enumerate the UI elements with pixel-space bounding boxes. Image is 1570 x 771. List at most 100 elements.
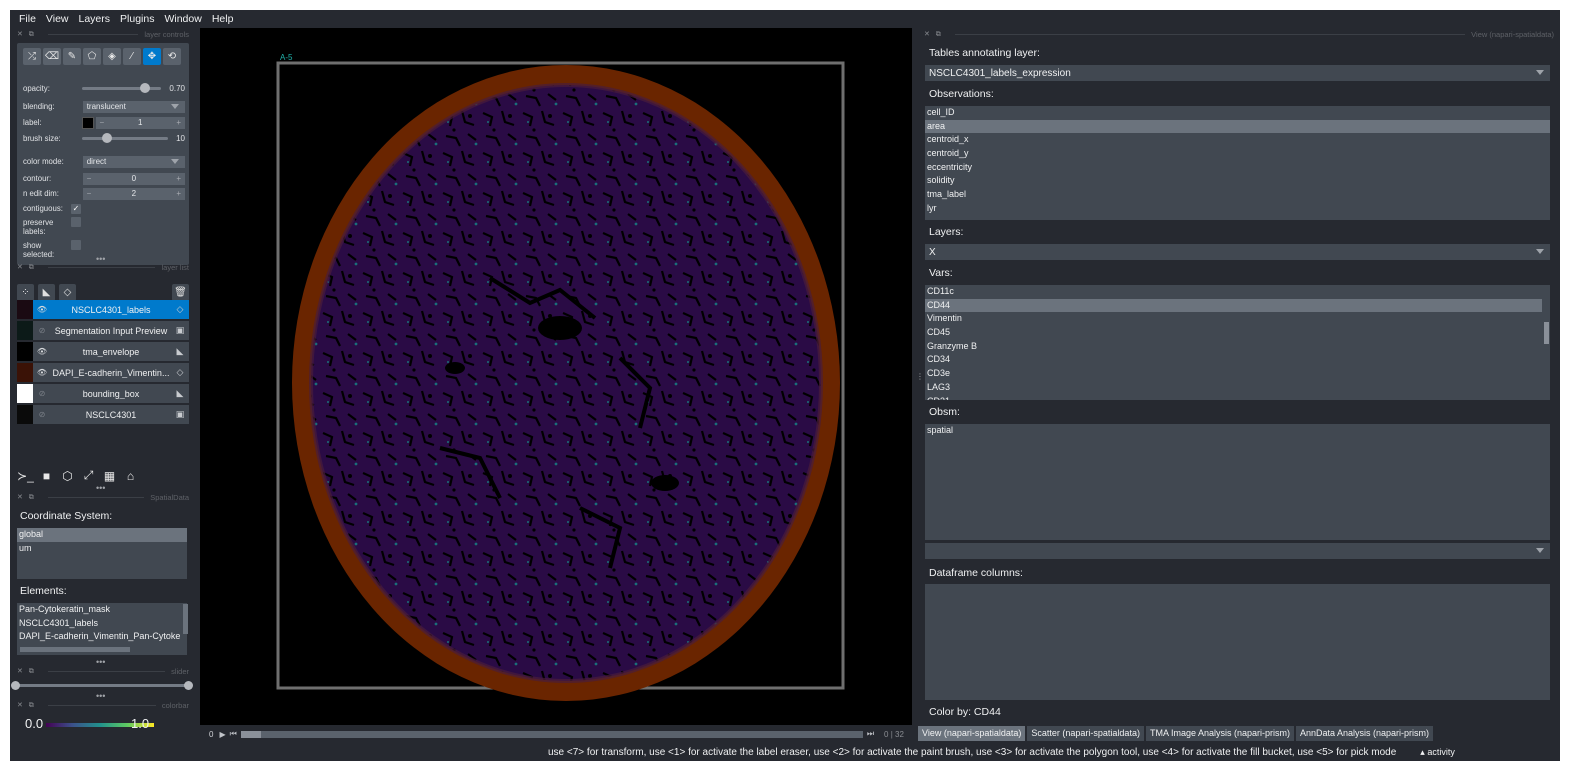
obsm-list[interactable]: spatial bbox=[925, 424, 1550, 540]
menu-help[interactable]: Help bbox=[207, 13, 239, 25]
roll-dims-icon[interactable]: ⬡ bbox=[59, 467, 76, 484]
console-icon[interactable]: ≻_ bbox=[17, 467, 34, 484]
element-item[interactable]: NSCLC4301_labels bbox=[17, 617, 187, 631]
observation-item[interactable]: eccentricity bbox=[925, 161, 1550, 175]
elements-hscrollbar[interactable] bbox=[20, 647, 130, 652]
observation-item[interactable]: cell_ID bbox=[925, 106, 1550, 120]
contiguous-checkbox[interactable]: ✓ bbox=[71, 203, 81, 214]
new-labels-icon[interactable]: ◇ bbox=[59, 284, 76, 301]
dock-float-close-icon[interactable]: ✕ ⧉ bbox=[17, 667, 36, 676]
activity-button[interactable]: ▴ activity bbox=[1420, 747, 1455, 758]
layer-row[interactable]: 👁 tma_envelope ◣ bbox=[17, 342, 189, 361]
brush-size-slider-knob[interactable] bbox=[102, 133, 113, 143]
eye-icon[interactable]: 👁 bbox=[33, 347, 51, 356]
eye-icon[interactable]: 👁 bbox=[33, 305, 51, 314]
contour-spinbox[interactable]: − 0 + bbox=[82, 172, 185, 185]
range-slider-min-handle[interactable] bbox=[11, 681, 20, 690]
preserve-labels-checkbox[interactable] bbox=[71, 217, 81, 227]
transform-icon[interactable]: ⟲ bbox=[163, 48, 181, 65]
observation-item[interactable]: centroid_x bbox=[925, 133, 1550, 147]
range-slider-track[interactable] bbox=[15, 684, 190, 687]
fill-bucket-icon[interactable]: ◈ bbox=[103, 48, 121, 65]
obsm-item[interactable]: spatial bbox=[925, 424, 1550, 438]
pan-zoom-icon[interactable]: ✥ bbox=[143, 48, 161, 65]
opacity-slider[interactable] bbox=[81, 83, 162, 93]
step-forward-icon[interactable]: ⏭ bbox=[867, 729, 874, 739]
layer-name[interactable]: DAPI_E-cadherin_Vimentin... bbox=[51, 368, 171, 378]
layer-row[interactable]: 👁 NSCLC4301_labels ◇ bbox=[17, 300, 189, 319]
layer-name[interactable]: NSCLC4301 bbox=[51, 410, 171, 420]
paint-brush-icon[interactable]: ✎ bbox=[63, 48, 81, 65]
element-item[interactable]: DAPI_E-cadherin_Vimentin_Pan-Cytoke bbox=[17, 630, 187, 644]
eye-off-icon[interactable]: ⊘ bbox=[33, 410, 51, 419]
n-edit-dim-spinbox[interactable]: − 2 + bbox=[82, 187, 185, 200]
dock-float-close-icon[interactable]: ✕ ⧉ bbox=[17, 493, 36, 502]
grid-icon[interactable]: ▦ bbox=[101, 467, 118, 484]
table-select[interactable]: NSCLC4301_labels_expression bbox=[925, 65, 1550, 81]
eraser-icon[interactable]: ⌫ bbox=[43, 48, 61, 65]
observation-item[interactable]: tma_label bbox=[925, 188, 1550, 202]
dock-tab[interactable]: View (napari-spatialdata) bbox=[918, 726, 1026, 741]
dock-splitter-icon[interactable]: ⋮ bbox=[916, 373, 924, 389]
layers-select[interactable]: X bbox=[925, 244, 1550, 260]
label-spinbox[interactable]: − 1 + bbox=[95, 116, 185, 129]
eye-off-icon[interactable]: ⊘ bbox=[33, 326, 51, 335]
viewer-canvas[interactable]: A-5 bbox=[200, 28, 912, 725]
var-item[interactable]: Vimentin bbox=[925, 312, 1550, 326]
eye-icon[interactable]: 👁 bbox=[33, 368, 51, 377]
dock-tab[interactable]: TMA Image Analysis (napari-prism) bbox=[1145, 726, 1294, 741]
var-item[interactable]: CD34 bbox=[925, 353, 1550, 367]
layer-name[interactable]: NSCLC4301_labels bbox=[51, 305, 171, 315]
vars-scrollbar[interactable] bbox=[1544, 322, 1549, 344]
dock-float-close-icon[interactable]: ✕ ⧉ bbox=[17, 701, 36, 710]
observation-item[interactable]: centroid_y bbox=[925, 147, 1550, 161]
dims-slider-handle[interactable] bbox=[240, 730, 261, 738]
element-item[interactable]: Pan-Cytokeratin_mask bbox=[17, 603, 187, 617]
dataframe-columns-list[interactable] bbox=[925, 584, 1550, 700]
play-icon[interactable]: ▶ bbox=[219, 730, 225, 739]
dock-float-close-icon[interactable]: ✕ ⧉ bbox=[17, 263, 36, 272]
dims-slider[interactable] bbox=[240, 730, 863, 738]
elements-scrollbar[interactable] bbox=[183, 604, 188, 634]
dock-float-close-icon[interactable]: ✕ ⧉ bbox=[17, 30, 36, 39]
menu-view[interactable]: View bbox=[41, 13, 74, 25]
brush-size-slider[interactable] bbox=[82, 133, 169, 143]
coordinate-system-list[interactable]: global um bbox=[17, 528, 187, 579]
dataframe-select[interactable] bbox=[925, 543, 1550, 559]
var-item[interactable]: CD45 bbox=[925, 326, 1550, 340]
eye-off-icon[interactable]: ⊘ bbox=[33, 389, 51, 398]
new-points-icon[interactable]: ⁘ bbox=[17, 284, 34, 301]
var-item[interactable]: CD44 bbox=[925, 298, 1542, 313]
menu-window[interactable]: Window bbox=[159, 13, 206, 25]
dock-float-close-icon[interactable]: ✕ ⧉ bbox=[924, 30, 943, 39]
coordinate-system-item[interactable]: um bbox=[17, 542, 187, 556]
layer-row[interactable]: ⊘ bounding_box ◣ bbox=[17, 384, 189, 403]
dock-tab[interactable]: Scatter (napari-spatialdata) bbox=[1027, 726, 1144, 741]
delete-layer-icon[interactable]: 🗑 bbox=[172, 284, 189, 301]
color-picker-icon[interactable]: ⁄ bbox=[123, 48, 141, 65]
layer-name[interactable]: tma_envelope bbox=[51, 347, 171, 357]
coordinate-system-item[interactable]: global bbox=[17, 528, 187, 542]
home-icon[interactable]: ⌂ bbox=[122, 467, 139, 484]
range-slider-max-handle[interactable] bbox=[184, 681, 193, 690]
dock-tab[interactable]: AnnData Analysis (napari-prism) bbox=[1296, 726, 1434, 741]
menu-layers[interactable]: Layers bbox=[74, 13, 116, 25]
new-shapes-icon[interactable]: ◣ bbox=[38, 284, 55, 301]
observations-list[interactable]: cell_ID area centroid_x centroid_y eccentric… bbox=[925, 106, 1550, 220]
layer-row[interactable]: ⊘ Segmentation Input Preview ▣ bbox=[17, 321, 189, 340]
var-item[interactable]: CD31 bbox=[925, 395, 1550, 401]
layer-name[interactable]: bounding_box bbox=[51, 389, 171, 399]
layer-row[interactable]: 👁 DAPI_E-cadherin_Vimentin... ◇ bbox=[17, 363, 189, 382]
transpose-icon[interactable]: ⤢ bbox=[80, 467, 97, 484]
ndisplay-icon[interactable]: ■ bbox=[38, 467, 55, 484]
opacity-slider-knob[interactable] bbox=[139, 83, 150, 93]
observation-item[interactable]: solidity bbox=[925, 174, 1550, 188]
polygon-tool-icon[interactable]: ⬠ bbox=[83, 48, 101, 65]
show-selected-checkbox[interactable] bbox=[71, 240, 81, 250]
observation-item[interactable]: area bbox=[925, 119, 1550, 134]
blending-select[interactable]: translucent bbox=[82, 100, 185, 113]
layer-name[interactable]: Segmentation Input Preview bbox=[51, 326, 171, 336]
step-back-icon[interactable]: ⏮ bbox=[230, 729, 237, 739]
layer-row[interactable]: ⊘ NSCLC4301 ▣ bbox=[17, 405, 189, 424]
shuffle-colors-icon[interactable]: ⤮ bbox=[23, 48, 41, 65]
